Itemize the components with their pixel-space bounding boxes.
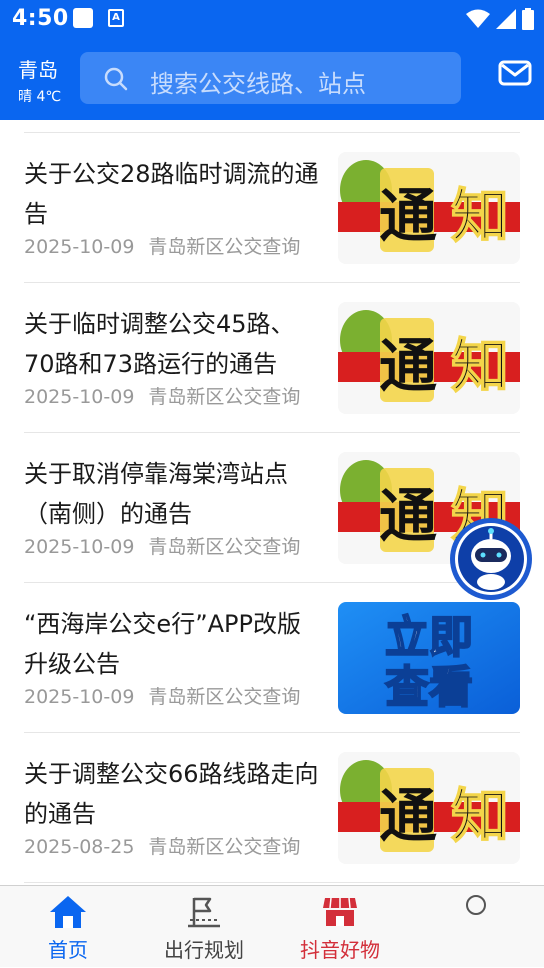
city-selector[interactable]: 青岛 <box>18 54 58 83</box>
news-meta: 2025-10-09 青岛新区公交查询 <box>24 382 300 409</box>
notice-char1: 通 <box>379 782 437 850</box>
notice-thumbnail: 通知 <box>338 302 520 414</box>
notification-square-icon <box>73 8 93 28</box>
news-meta: 2025-08-25 青岛新区公交查询 <box>24 832 300 859</box>
tab-home[interactable]: 首页 <box>0 886 136 968</box>
notice-char1: 通 <box>379 182 437 250</box>
news-title-text: 关于临时调整公交45路、70路和73路运行的通告 <box>24 310 295 378</box>
tab-route-plan[interactable]: 出行规划 <box>136 886 272 968</box>
divider <box>24 882 520 883</box>
notice-char2: 知 <box>451 782 509 850</box>
news-item[interactable]: 关于临时调整公交45路、70路和73路运行的通告 2025-10-09 青岛新区公交… <box>0 282 544 432</box>
circle-icon <box>466 895 486 915</box>
notice-char2: 知 <box>451 182 509 250</box>
news-source: 青岛新区公交查询 <box>148 836 301 858</box>
mail-icon[interactable] <box>498 60 532 86</box>
news-title: 关于临时调整公交45路、70路和73路运行的通告 <box>24 304 324 384</box>
robot-assistant-icon[interactable] <box>448 516 534 602</box>
news-title-text: 关于公交28路临时调流的通告 <box>24 160 319 228</box>
search-box[interactable]: 搜索公交线路、站点 <box>80 52 461 104</box>
tab-home-label: 首页 <box>48 938 88 962</box>
news-date: 2025-08-25 <box>24 836 135 858</box>
news-title: 关于公交28路临时调流的通告 <box>24 154 324 234</box>
news-list: 关于公交28路临时调流的通告 2025-10-09 青岛新区公交查询通知关于临时调整… <box>0 120 544 885</box>
notice-graphic: 通知 <box>338 302 520 414</box>
news-meta: 2025-10-09 青岛新区公交查询 <box>24 682 300 709</box>
wifi-icon <box>466 9 490 28</box>
notice-graphic: 通知 <box>338 752 520 864</box>
news-source: 青岛新区公交查询 <box>148 536 301 558</box>
notice-char1: 通 <box>379 482 437 550</box>
notice-char2: 知 <box>451 332 509 400</box>
news-meta: 2025-10-09 青岛新区公交查询 <box>24 532 300 559</box>
news-source: 青岛新区公交查询 <box>148 686 301 708</box>
news-date: 2025-10-09 <box>24 386 135 408</box>
tab-douyin-shop-label: 抖音好物 <box>300 938 380 962</box>
news-item[interactable]: 关于调整公交66路线路走向的通告 2025-08-25 青岛新区公交查询 通知 <box>0 732 544 882</box>
news-title-text: 关于取消停靠海棠湾站点（南侧）的通告 <box>24 460 288 528</box>
news-source: 青岛新区公交查询 <box>148 386 301 408</box>
home-icon <box>50 896 86 928</box>
notice-thumbnail: 通知 <box>338 752 520 864</box>
news-item[interactable]: “西海岸公交e行”APP改版升级公告 2025-10-09 青岛新区公交查询 立即 查看 <box>0 582 544 732</box>
notification-a-icon: A <box>108 9 124 27</box>
notice-thumbnail: 通知 <box>338 152 520 264</box>
notice-graphic: 通知 <box>338 152 520 264</box>
news-item[interactable]: 关于公交28路临时调流的通告 2025-10-09 青岛新区公交查询 通知 <box>0 132 544 282</box>
news-title: “西海岸公交e行”APP改版升级公告 <box>24 604 324 684</box>
view-now-thumbnail: 立即 查看 <box>338 602 520 714</box>
news-meta: 2025-10-09 青岛新区公交查询 <box>24 232 300 259</box>
notice-char1: 通 <box>379 332 437 400</box>
search-icon <box>104 67 128 91</box>
news-title: 关于调整公交66路线路走向的通告 <box>24 754 324 834</box>
search-placeholder: 搜索公交线路、站点 <box>150 70 366 98</box>
news-source: 青岛新区公交查询 <box>148 236 301 258</box>
news-date: 2025-10-09 <box>24 236 135 258</box>
route-plan-icon <box>188 897 220 928</box>
tab-route-plan-label: 出行规划 <box>164 938 244 962</box>
news-date: 2025-10-09 <box>24 686 135 708</box>
news-title-text: “西海岸公交e行”APP改版升级公告 <box>24 610 301 678</box>
bottom-tab-bar: 首页 出行规划 抖音好物 <box>0 885 544 967</box>
news-date: 2025-10-09 <box>24 536 135 558</box>
shop-icon <box>323 897 357 926</box>
view-now-line1: 立即 <box>385 612 473 663</box>
status-time: 4:50 <box>12 6 69 31</box>
status-bar: 4:50 A <box>0 0 544 38</box>
battery-icon <box>522 8 534 30</box>
view-now-graphic: 立即查看 <box>338 602 520 714</box>
weather-label: 晴 4℃ <box>18 89 62 105</box>
tab-douyin-shop[interactable]: 抖音好物 <box>272 886 408 968</box>
status-icons <box>466 8 534 30</box>
view-now-line2: 查看 <box>385 662 473 713</box>
app-header: 青岛 晴 4℃ 搜索公交线路、站点 <box>0 38 544 120</box>
news-title-text: 关于调整公交66路线路走向的通告 <box>24 760 319 828</box>
tab-profile[interactable] <box>408 886 544 968</box>
news-title: 关于取消停靠海棠湾站点（南侧）的通告 <box>24 454 324 534</box>
signal-icon <box>496 9 516 29</box>
